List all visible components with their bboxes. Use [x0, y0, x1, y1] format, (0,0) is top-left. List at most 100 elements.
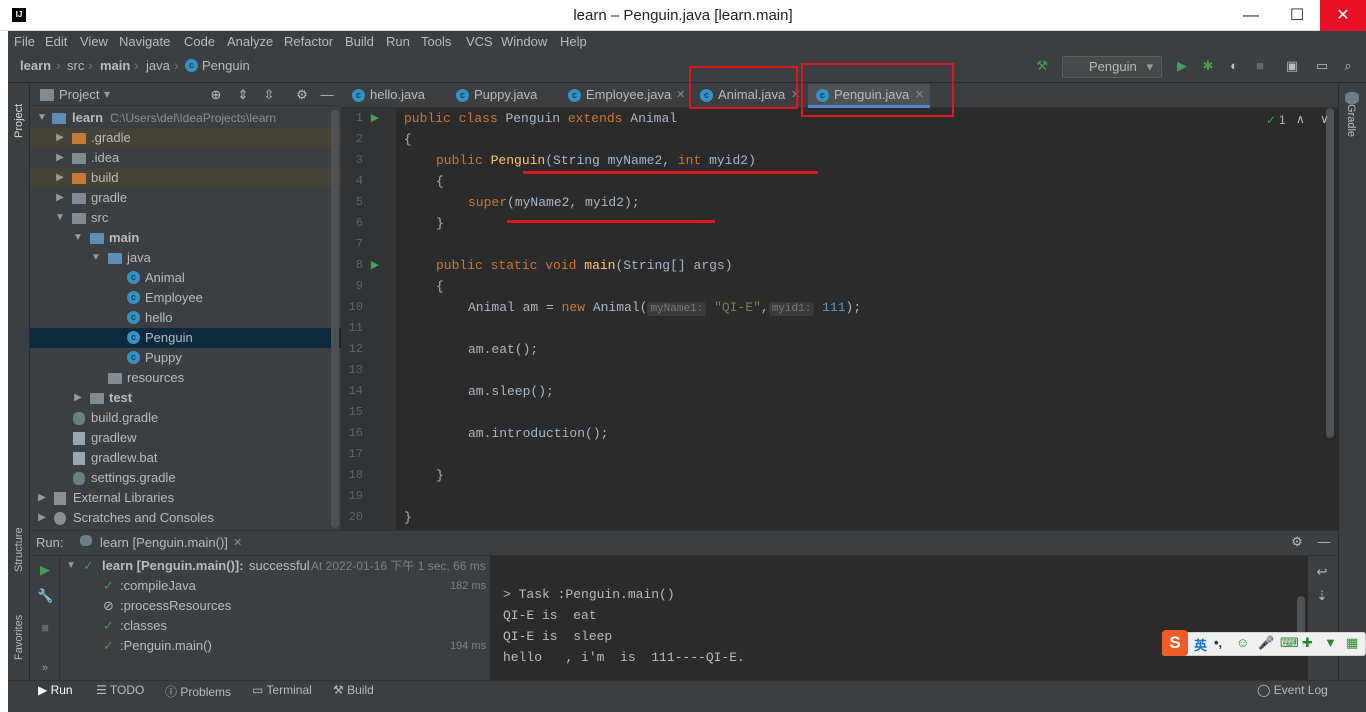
- editor-scrollbar[interactable]: [1326, 108, 1334, 438]
- stop-icon[interactable]: ■: [1252, 58, 1268, 74]
- run-gutter-icon[interactable]: ▶: [369, 111, 381, 124]
- toolbox-icon[interactable]: ✚: [1302, 635, 1313, 651]
- bottom-tab-problems[interactable]: ⓘ Problems: [165, 683, 231, 700]
- build-tree-row[interactable]: ✓ :classes: [60, 616, 490, 636]
- close-button[interactable]: ✕: [1320, 0, 1366, 31]
- build-hammer-icon[interactable]: ⚒: [1034, 58, 1050, 74]
- tree-item-test[interactable]: ▶ test: [30, 388, 341, 408]
- close-icon[interactable]: ✕: [676, 84, 685, 106]
- stop-icon[interactable]: ■: [37, 620, 53, 636]
- breadcrumb-src[interactable]: src: [67, 58, 84, 73]
- menu-vcs[interactable]: VCS: [466, 34, 493, 49]
- run-gutter-icon[interactable]: ▶: [369, 258, 381, 271]
- menu-code[interactable]: Code: [184, 34, 215, 49]
- debug-icon[interactable]: ✱: [1200, 58, 1216, 74]
- build-tree-root[interactable]: ▼ ✓ learn [Penguin.main()]: successful A…: [60, 556, 490, 576]
- gear-icon[interactable]: ⚙: [1289, 534, 1305, 550]
- tree-item-idea[interactable]: ▶ .idea: [30, 148, 341, 168]
- project-structure-icon[interactable]: ▣: [1284, 58, 1300, 74]
- gradle-tool-tab[interactable]: Gradle: [1345, 104, 1357, 144]
- wrench-icon[interactable]: 🔧: [37, 588, 53, 604]
- bottom-tab-build[interactable]: ⚒ Build: [333, 683, 374, 697]
- soft-wrap-icon[interactable]: ↩: [1314, 564, 1330, 580]
- menu-grid-icon[interactable]: ▦: [1346, 635, 1358, 651]
- terminal-toolbar-icon[interactable]: ▭: [1314, 58, 1330, 74]
- chevron-up-icon[interactable]: ∧: [1296, 112, 1305, 126]
- favorites-tool-tab[interactable]: Favorites: [13, 600, 25, 660]
- structure-tool-tab[interactable]: Structure: [13, 512, 25, 572]
- menu-build[interactable]: Build: [345, 34, 374, 49]
- build-tree-row[interactable]: ✓ :compileJava 182 ms: [60, 576, 490, 596]
- rerun-icon[interactable]: ▶: [37, 562, 53, 578]
- locate-file-icon[interactable]: ⊕: [208, 87, 224, 103]
- tab-hello-java[interactable]: c hello.java: [348, 84, 448, 108]
- hide-panel-icon[interactable]: —: [319, 87, 335, 103]
- tree-item-learn[interactable]: ▼ learn C:\Users\del\IdeaProjects\learn: [30, 108, 341, 128]
- breadcrumb-java[interactable]: java: [146, 58, 170, 73]
- coverage-icon[interactable]: ◐: [1226, 58, 1242, 74]
- breadcrumb-learn[interactable]: learn: [20, 58, 51, 73]
- chevron-down-icon[interactable]: ∨: [1320, 112, 1329, 126]
- tree-item-src[interactable]: ▼ src: [30, 208, 341, 228]
- emoji-icon[interactable]: ☺: [1236, 635, 1249, 650]
- menu-run[interactable]: Run: [386, 34, 410, 49]
- menu-refactor[interactable]: Refactor: [284, 34, 333, 49]
- ime-language[interactable]: 英: [1194, 635, 1207, 654]
- tree-item-puppy[interactable]: c Puppy: [30, 348, 341, 368]
- search-icon[interactable]: ⌕: [1340, 58, 1356, 74]
- collapse-all-icon[interactable]: ⇳: [261, 87, 277, 103]
- scroll-to-end-icon[interactable]: ⇣: [1314, 588, 1330, 604]
- breadcrumb-penguin[interactable]: Penguin: [202, 58, 250, 73]
- sogou-logo-icon[interactable]: S: [1162, 630, 1188, 656]
- tree-item-main[interactable]: ▼ main: [30, 228, 341, 248]
- menu-tools[interactable]: Tools: [421, 34, 451, 49]
- run-tab-label[interactable]: learn [Penguin.main()]: [100, 535, 228, 550]
- tree-item-build-gradle[interactable]: build.gradle: [30, 408, 341, 428]
- close-icon[interactable]: ✕: [233, 536, 242, 549]
- tree-item-animal[interactable]: c Animal: [30, 268, 341, 288]
- tree-item-hello[interactable]: c hello: [30, 308, 341, 328]
- maximize-button[interactable]: ☐: [1274, 0, 1320, 31]
- bottom-tab-terminal[interactable]: ▭ Terminal: [252, 683, 312, 697]
- bottom-tab-run[interactable]: ▶ Run: [38, 683, 73, 697]
- tree-item-resources[interactable]: resources: [30, 368, 341, 388]
- bottom-tab-todo[interactable]: ☰ TODO: [96, 683, 144, 697]
- project-panel-title[interactable]: Project: [59, 87, 99, 102]
- minimize-button[interactable]: —: [1228, 0, 1274, 31]
- gear-icon[interactable]: ⚙: [294, 87, 310, 103]
- keyboard-icon[interactable]: ⌨: [1280, 635, 1299, 651]
- tab-employee-java[interactable]: c Employee.java ✕: [564, 84, 688, 108]
- expand-all-icon[interactable]: ⇕: [235, 87, 251, 103]
- more-icon[interactable]: »: [37, 660, 53, 676]
- tree-item-scratches[interactable]: ▶ Scratches and Consoles: [30, 508, 341, 528]
- tree-item-penguin[interactable]: c Penguin: [30, 328, 341, 348]
- build-tree-row[interactable]: ⊘ :processResources: [60, 596, 490, 616]
- punctuation-icon[interactable]: •,: [1214, 635, 1222, 650]
- tab-puppy-java[interactable]: c Puppy.java: [452, 84, 558, 108]
- tree-item-gradle[interactable]: ▶ gradle: [30, 188, 341, 208]
- build-tree-row[interactable]: ✓ :Penguin.main() 194 ms: [60, 636, 490, 656]
- menu-help[interactable]: Help: [560, 34, 587, 49]
- project-tool-tab[interactable]: Project: [13, 88, 25, 138]
- tree-item-settings-gradle[interactable]: settings.gradle: [30, 468, 341, 488]
- menu-view[interactable]: View: [80, 34, 108, 49]
- skin-icon[interactable]: ▼: [1324, 635, 1337, 650]
- breadcrumb-main[interactable]: main: [100, 58, 130, 73]
- tree-item-external-libraries[interactable]: ▶ External Libraries: [30, 488, 341, 508]
- tree-item-java[interactable]: ▼ java: [30, 248, 341, 268]
- microphone-icon[interactable]: 🎤: [1258, 635, 1274, 651]
- run-icon[interactable]: ▶: [1174, 58, 1190, 74]
- tree-item-build[interactable]: ▶ build: [30, 168, 341, 188]
- event-log-button[interactable]: ◯ Event Log: [1257, 683, 1328, 697]
- menu-edit[interactable]: Edit: [45, 34, 67, 49]
- menu-file[interactable]: File: [14, 34, 35, 49]
- run-configuration-select[interactable]: Penguin ▾: [1062, 56, 1162, 78]
- tree-item-gradlew-bat[interactable]: gradlew.bat: [30, 448, 341, 468]
- tree-item-gradlew[interactable]: gradlew: [30, 428, 341, 448]
- hide-panel-icon[interactable]: —: [1316, 534, 1332, 550]
- tree-item-gradle-hidden[interactable]: ▶ .gradle: [30, 128, 341, 148]
- menu-navigate[interactable]: Navigate: [119, 34, 170, 49]
- menu-analyze[interactable]: Analyze: [227, 34, 273, 49]
- inspection-ok-icon[interactable]: ✓: [1266, 113, 1276, 127]
- chevron-down-icon[interactable]: ▾: [104, 87, 110, 101]
